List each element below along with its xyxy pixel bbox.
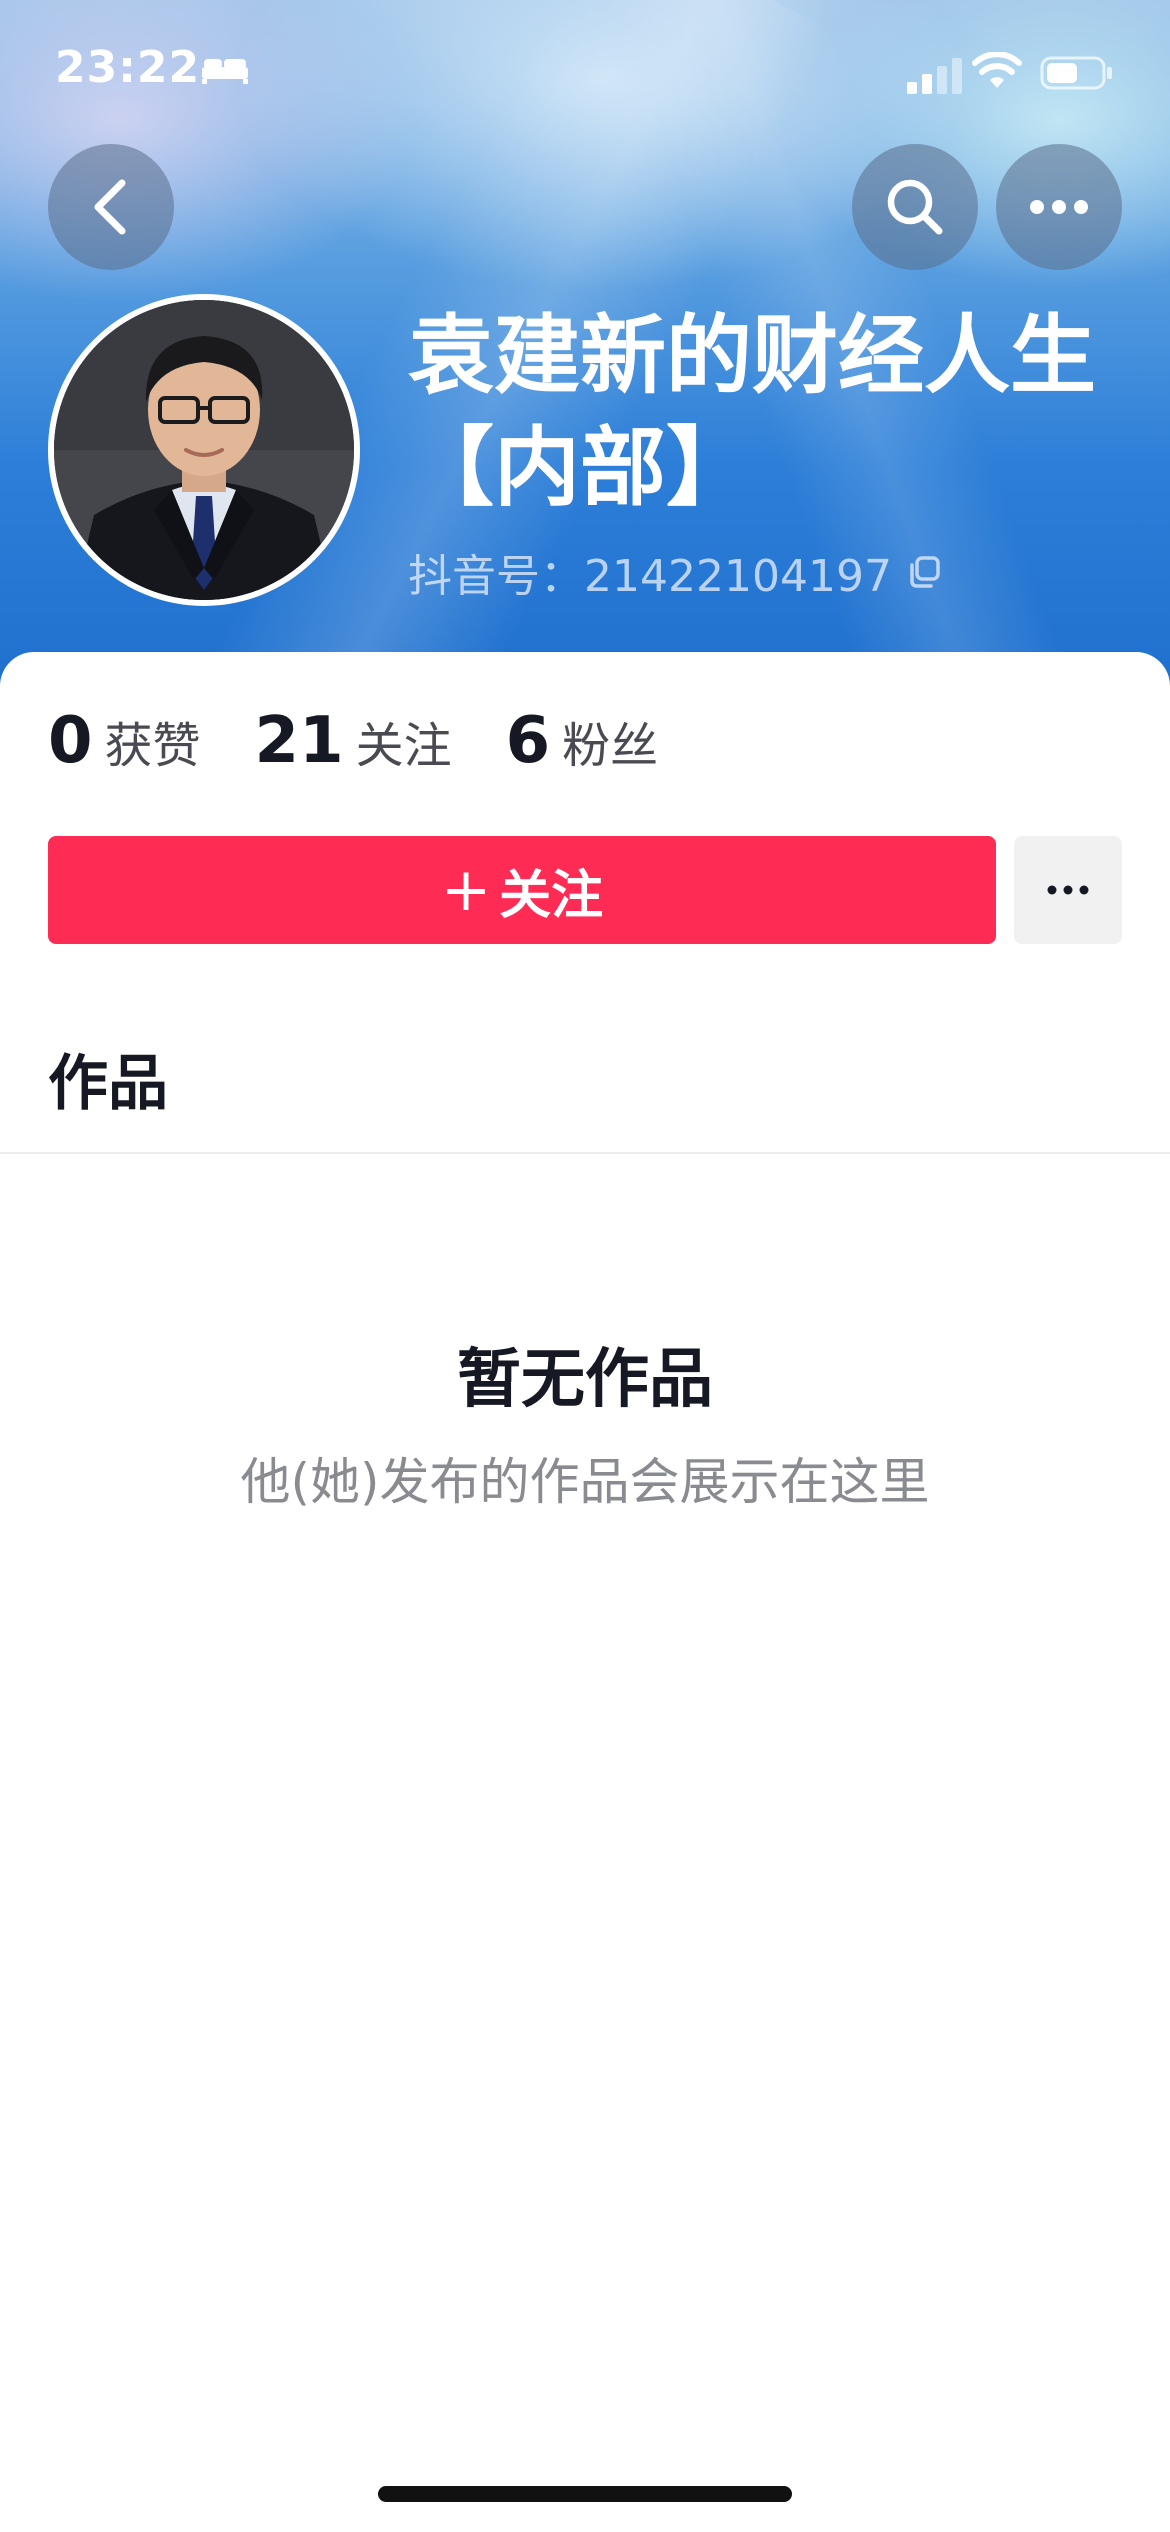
stat-followers[interactable]: 6 粉丝 bbox=[506, 704, 659, 778]
stat-value: 0 bbox=[48, 704, 93, 778]
plus-icon: + bbox=[440, 855, 492, 925]
follow-label: 关注 bbox=[499, 865, 604, 926]
status-time: 23:22 bbox=[55, 42, 201, 93]
stat-following[interactable]: 21 关注 bbox=[255, 704, 452, 778]
profile-content: 0 获赞 21 关注 6 粉丝 + 关注 作品 暂无作品 他(她)发布的作品会展… bbox=[0, 652, 1170, 2532]
wifi-icon bbox=[972, 52, 1022, 88]
follow-button[interactable]: + 关注 bbox=[48, 836, 996, 944]
cellular-signal-icon bbox=[907, 58, 962, 94]
ellipsis-icon bbox=[1047, 885, 1089, 895]
douyin-id[interactable]: 抖音号：21422104197 bbox=[408, 540, 942, 604]
tab-works[interactable]: 作品 bbox=[48, 1035, 168, 1122]
avatar[interactable] bbox=[48, 294, 360, 606]
home-indicator[interactable] bbox=[378, 2486, 792, 2502]
battery-icon bbox=[1040, 56, 1112, 90]
profile-stats: 0 获赞 21 关注 6 粉丝 bbox=[48, 704, 712, 778]
empty-state-subtitle: 他(她)发布的作品会展示在这里 bbox=[240, 1453, 930, 1511]
more-actions-button[interactable] bbox=[1014, 836, 1122, 944]
stat-value: 6 bbox=[505, 704, 551, 778]
copy-icon[interactable] bbox=[906, 554, 942, 590]
profile-name: 袁建新的财经人生【内部】 bbox=[408, 306, 1096, 518]
douyin-id-text: 抖音号：21422104197 bbox=[408, 551, 892, 602]
empty-state-title: 暂无作品 bbox=[457, 1343, 713, 1417]
profile-header: 23:22 袁建新的财经人生【内部】 抖音号：21422104197 bbox=[0, 0, 1170, 720]
stat-label: 获赞 bbox=[104, 718, 201, 774]
profile-photo bbox=[54, 300, 354, 600]
chevron-left-icon bbox=[94, 179, 126, 235]
stat-label: 关注 bbox=[355, 718, 452, 774]
back-button[interactable] bbox=[48, 144, 174, 270]
search-button[interactable] bbox=[852, 144, 978, 270]
stat-value: 21 bbox=[254, 704, 344, 778]
bed-icon bbox=[202, 59, 248, 84]
ellipsis-icon bbox=[1030, 200, 1088, 214]
stat-label: 粉丝 bbox=[562, 718, 659, 774]
divider bbox=[0, 1152, 1170, 1154]
more-options-button[interactable] bbox=[996, 144, 1122, 270]
stat-likes[interactable]: 0 获赞 bbox=[48, 704, 201, 778]
search-icon bbox=[887, 179, 943, 235]
